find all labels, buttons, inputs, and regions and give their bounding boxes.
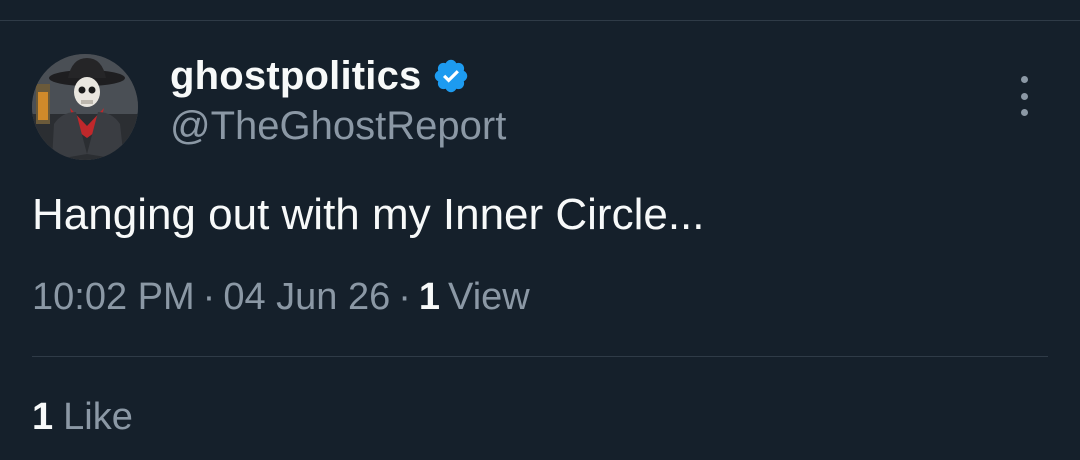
likes-link[interactable]: 1 Like <box>32 396 133 439</box>
display-name-row: ghostpolitics <box>170 52 470 100</box>
verified-badge-icon[interactable] <box>432 57 470 95</box>
avatar[interactable] <box>32 54 138 160</box>
display-name[interactable]: ghostpolitics <box>170 54 422 99</box>
more-vertical-icon[interactable] <box>1012 76 1036 116</box>
user-handle[interactable]: @TheGhostReport <box>170 104 506 149</box>
likes-count: 1 <box>32 396 54 438</box>
stats-divider <box>32 356 1048 357</box>
top-divider <box>0 20 1080 21</box>
tweet-meta: 10:02 PM · 04 Jun 26 · 1 View <box>32 276 530 319</box>
avatar-image <box>32 54 138 160</box>
meta-separator: · <box>202 276 216 318</box>
views-label: View <box>448 276 530 318</box>
likes-label: Like <box>63 396 133 438</box>
tweet-time[interactable]: 10:02 PM <box>32 276 195 318</box>
meta-separator: · <box>398 276 411 318</box>
more-dot <box>1020 92 1028 100</box>
more-dot <box>1020 76 1028 83</box>
tweet-text: Hanging out with my Inner Circle... <box>32 190 705 239</box>
more-dot <box>1020 109 1028 116</box>
tweet-date[interactable]: 04 Jun 26 <box>223 276 390 318</box>
views-count: 1 <box>418 276 441 318</box>
